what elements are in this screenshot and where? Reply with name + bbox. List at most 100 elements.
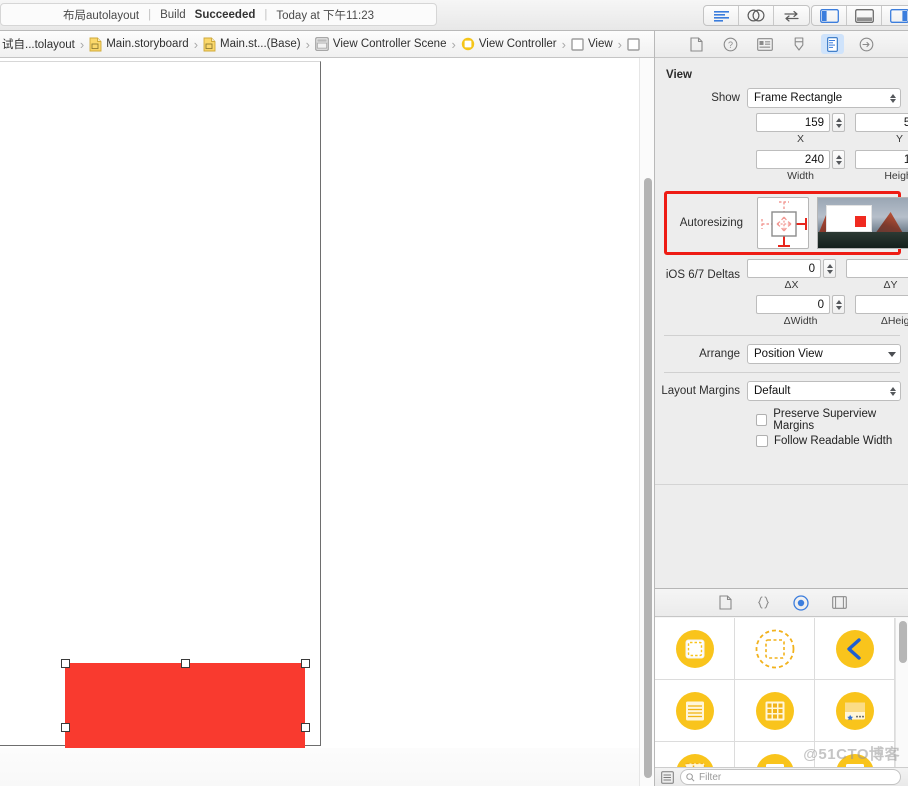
svg-text:?: ? <box>728 40 733 50</box>
scene-root-view[interactable] <box>0 61 321 786</box>
table-view-object-icon <box>675 691 714 730</box>
autoresizing-highlight-box: Autoresizing <box>664 191 908 255</box>
breadcrumb-separator: › <box>305 36 310 52</box>
library-item-tab-bar-controller[interactable] <box>815 680 895 742</box>
delta-height-caption: ΔHeight <box>880 315 908 327</box>
view-icon <box>627 37 640 51</box>
toggle-debug-area-button[interactable] <box>847 6 882 25</box>
frame-y-input[interactable]: 588 <box>855 113 908 132</box>
autoresizing-springs-struts-icon <box>761 201 807 247</box>
media-library-tab[interactable] <box>828 593 850 613</box>
frame-xy-row: 159 X 588 Y <box>655 113 908 145</box>
layout-margins-select[interactable]: Default <box>747 381 901 401</box>
library-item-view-controller[interactable] <box>655 618 735 680</box>
breadcrumb-item-storyboard[interactable]: Main.storyboard <box>87 37 190 52</box>
library-vertical-scrollbar[interactable] <box>895 618 908 768</box>
file-template-library-tab[interactable] <box>714 593 736 613</box>
delta-width-stepper[interactable] <box>832 295 845 314</box>
resize-handle-top-left[interactable] <box>60 658 70 668</box>
breadcrumb-item-view-controller[interactable]: View Controller <box>459 37 559 51</box>
view-controller-object-icon <box>675 629 714 668</box>
breadcrumb-item-view[interactable]: View <box>569 37 615 51</box>
frame-x-caption: X <box>796 133 804 145</box>
assistant-editor-button[interactable] <box>739 6 774 25</box>
canvas-vertical-scrollbar[interactable] <box>639 58 654 786</box>
document-icon <box>690 36 703 52</box>
resize-handle-middle-right[interactable] <box>300 722 310 732</box>
delta-height-input[interactable]: 0 <box>855 295 908 314</box>
library-item-table-view[interactable] <box>655 680 735 742</box>
id-card-icon <box>756 37 773 51</box>
toggle-utilities-button[interactable] <box>882 6 908 25</box>
breadcrumb-label-view-controller: View Controller <box>478 38 557 50</box>
attributes-inspector-tab[interactable] <box>787 34 810 54</box>
identity-inspector-tab[interactable] <box>753 34 776 54</box>
library-item-container-view[interactable] <box>735 618 815 680</box>
layout-margins-value: Default <box>754 385 791 397</box>
frame-height-input[interactable]: 128 <box>855 150 908 169</box>
breadcrumb-item-trailing[interactable] <box>625 37 642 51</box>
library-scrollbar-thumb[interactable] <box>899 621 907 663</box>
delta-x-input[interactable]: 0 <box>747 259 821 278</box>
delta-y-input[interactable]: 0 <box>846 259 908 278</box>
frame-width-group: 240 Width <box>756 150 845 182</box>
frame-size-row: 240 Width 128 Height <box>655 150 908 182</box>
canvas-scrollbar-thumb[interactable] <box>644 178 652 778</box>
arrange-row: Arrange Position View <box>655 344 908 364</box>
show-label: Show <box>711 92 740 104</box>
chevron-down-icon <box>888 345 896 363</box>
frame-width-stepper[interactable] <box>832 150 845 169</box>
build-status-pill[interactable]: 布局autolayout | Build Succeeded | Today a… <box>0 3 437 26</box>
follow-readable-width-checkbox[interactable] <box>756 435 768 447</box>
frame-width-caption: Width <box>787 170 814 182</box>
breadcrumb-label-view: View <box>587 38 613 50</box>
inspector-tab-bar: ? <box>655 31 908 58</box>
library-item-collection-view[interactable] <box>735 680 815 742</box>
preserve-superview-margins-checkbox[interactable] <box>756 414 768 426</box>
code-snippet-library-tab[interactable] <box>752 593 774 613</box>
frame-width-input[interactable]: 240 <box>756 150 830 169</box>
delta-width-input[interactable]: 0 <box>756 295 830 314</box>
size-inspector-tab[interactable] <box>821 34 844 54</box>
library-filter-input[interactable]: Filter <box>680 769 901 785</box>
preserve-superview-margins-row[interactable]: Preserve Superview Margins <box>655 408 908 432</box>
connections-inspector-tab[interactable] <box>855 34 878 54</box>
toggle-navigator-button[interactable] <box>812 6 847 25</box>
show-select[interactable]: Frame Rectangle <box>747 88 901 108</box>
utilities-panel: ? View Show Frame Rectangle 159 X 5 Y 24… <box>654 31 908 786</box>
breadcrumb-item-storyboard-base[interactable]: Main.st...(Base) <box>201 37 303 52</box>
frame-x-stepper[interactable] <box>832 113 845 132</box>
frame-height-group: 128 Height <box>855 150 908 182</box>
status-build-prefix: Build <box>160 8 186 21</box>
breadcrumb-label-storyboard-base: Main.st...(Base) <box>220 38 301 50</box>
size-inspector-body: View Show Frame Rectangle 159 X 5 Y 240 … <box>655 59 908 587</box>
version-editor-button[interactable] <box>774 6 809 25</box>
delta-x-stepper[interactable] <box>823 259 836 278</box>
object-library-tab[interactable] <box>790 593 812 613</box>
ruler-icon <box>827 36 838 52</box>
standard-editor-button[interactable] <box>704 6 739 25</box>
library-item-navigation-controller[interactable] <box>815 618 895 680</box>
delta-x-group: 0 ΔX <box>747 259 836 291</box>
autoresizing-springs-struts-control[interactable] <box>757 197 809 249</box>
breadcrumb-item-scene[interactable]: View Controller Scene <box>313 37 449 51</box>
xcode-window: 布局autolayout | Build Succeeded | Today a… <box>0 0 908 786</box>
interface-builder-canvas[interactable] <box>0 58 640 786</box>
breadcrumb-label-project: 试自...tolayout <box>2 39 75 51</box>
chevron-updown-icon <box>890 382 896 400</box>
library-filter-placeholder: Filter <box>699 771 722 783</box>
quick-help-inspector-tab[interactable]: ? <box>719 34 742 54</box>
resize-handle-middle-left[interactable] <box>60 722 70 732</box>
breadcrumb-item-project[interactable]: 试自...tolayout <box>0 36 77 52</box>
frame-x-input[interactable]: 159 <box>756 113 830 132</box>
braces-icon <box>757 596 769 609</box>
file-inspector-tab[interactable] <box>685 34 708 54</box>
show-value: Frame Rectangle <box>754 92 843 104</box>
divider-above-layout-margins <box>664 372 900 373</box>
search-icon <box>686 772 695 781</box>
arrange-select[interactable]: Position View <box>747 344 901 364</box>
follow-readable-width-row[interactable]: Follow Readable Width <box>655 435 908 447</box>
resize-handle-top-right[interactable] <box>300 658 310 668</box>
status-project-name: 布局autolayout <box>63 9 140 22</box>
resize-handle-top-center[interactable] <box>180 658 190 668</box>
